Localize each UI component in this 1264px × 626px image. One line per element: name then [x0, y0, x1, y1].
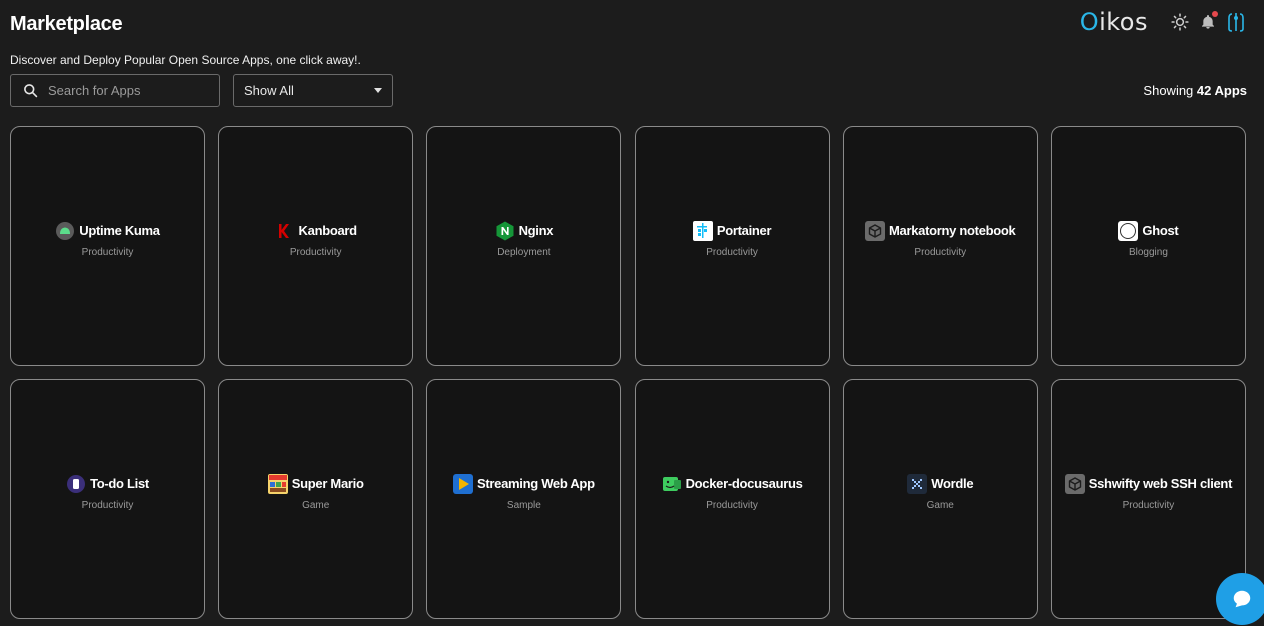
- app-category: Productivity: [1122, 499, 1175, 511]
- app-category: Productivity: [81, 499, 134, 511]
- app-name: Portainer: [716, 223, 772, 238]
- super-mario-icon: [267, 473, 288, 494]
- ghost-icon: [1118, 220, 1139, 241]
- caret-down-icon: [374, 88, 382, 93]
- app-name: Streaming Web App: [477, 476, 595, 491]
- app-category: Productivity: [706, 246, 758, 258]
- user-menu-button[interactable]: [1222, 8, 1250, 36]
- theme-toggle-button[interactable]: [1166, 8, 1194, 36]
- search-input[interactable]: [48, 83, 198, 98]
- app-category: Deployment: [497, 246, 551, 258]
- search-icon: [24, 84, 38, 98]
- app-card-ghost[interactable]: Ghost Blogging: [1050, 126, 1246, 366]
- category-filter-select[interactable]: Show All: [233, 74, 393, 107]
- app-category: Productivity: [706, 499, 758, 511]
- nginx-icon: [495, 221, 515, 241]
- kanboard-icon: [275, 221, 295, 241]
- app-card-uptime-kuma[interactable]: Uptime Kuma Productivity: [10, 126, 205, 366]
- app-name: Docker-docusaurus: [685, 476, 803, 491]
- play-icon: [453, 473, 474, 494]
- app-name: Wordle: [931, 476, 974, 491]
- search-field[interactable]: [10, 74, 220, 107]
- sun-icon: [1171, 13, 1189, 31]
- app-category: Productivity: [289, 246, 342, 258]
- portainer-icon: [692, 220, 713, 241]
- app-category: Blogging: [1128, 246, 1168, 258]
- apps-count-value: 42 Apps: [1196, 83, 1247, 98]
- app-name: Markatorny notebook: [889, 223, 1016, 238]
- app-card-markatorny-notebook[interactable]: Markatorny notebook Productivity: [842, 126, 1038, 366]
- app-name: Ghost: [1142, 223, 1179, 238]
- apps-count: Showing 42 Apps: [1143, 83, 1247, 98]
- todo-icon: [66, 474, 86, 494]
- app-category: Sample: [506, 499, 541, 511]
- app-name: Nginx: [518, 223, 554, 238]
- app-card-sshwifty[interactable]: Sshwifty web SSH client Productivity: [1050, 379, 1246, 619]
- app-card-to-do-list[interactable]: To-do List Productivity: [10, 379, 205, 619]
- notification-badge: [1212, 11, 1218, 17]
- filter-selected-value: Show All: [244, 83, 294, 98]
- app-name: Super Mario: [291, 476, 364, 491]
- top-bar-actions: Oikos: [1080, 8, 1250, 36]
- app-card-kanboard[interactable]: Kanboard Productivity: [218, 126, 414, 366]
- app-category: Productivity: [81, 246, 134, 258]
- docusaurus-icon: [662, 474, 682, 494]
- uptime-kuma-icon: [55, 221, 75, 241]
- app-name: To-do List: [90, 476, 149, 491]
- app-name: Kanboard: [298, 223, 358, 238]
- page-title: Marketplace: [10, 13, 123, 35]
- app-name: Uptime Kuma: [79, 223, 160, 238]
- notifications-button[interactable]: [1194, 8, 1222, 36]
- app-card-portainer[interactable]: Portainer Productivity: [634, 126, 830, 366]
- app-category: Game: [926, 499, 954, 511]
- app-card-super-mario[interactable]: Super Mario Game: [218, 379, 414, 619]
- app-name: Sshwifty web SSH client: [1088, 476, 1233, 491]
- app-category: Productivity: [914, 246, 967, 258]
- app-card-docker-docusaurus[interactable]: Docker-docusaurus Productivity: [634, 379, 830, 619]
- cube-icon: [865, 220, 885, 241]
- cube-icon: [1064, 473, 1085, 494]
- wordle-icon: [907, 473, 928, 494]
- apps-count-prefix: Showing: [1143, 83, 1197, 98]
- user-avatar-icon: [1228, 13, 1244, 32]
- chat-button[interactable]: [1216, 573, 1264, 625]
- app-category: Game: [302, 499, 330, 511]
- oikos-logo[interactable]: Oikos: [1080, 8, 1148, 36]
- app-card-nginx[interactable]: Nginx Deployment: [426, 126, 622, 366]
- app-card-wordle[interactable]: Wordle Game: [842, 379, 1038, 619]
- page-subtitle: Discover and Deploy Popular Open Source …: [10, 53, 361, 67]
- chat-bubble-icon: [1233, 590, 1251, 608]
- marketplace-page: Marketplace Discover and Deploy Popular …: [0, 0, 1264, 626]
- app-grid: Uptime Kuma Productivity Kanboard Produc…: [10, 126, 1246, 619]
- app-card-streaming-web-app[interactable]: Streaming Web App Sample: [426, 379, 622, 619]
